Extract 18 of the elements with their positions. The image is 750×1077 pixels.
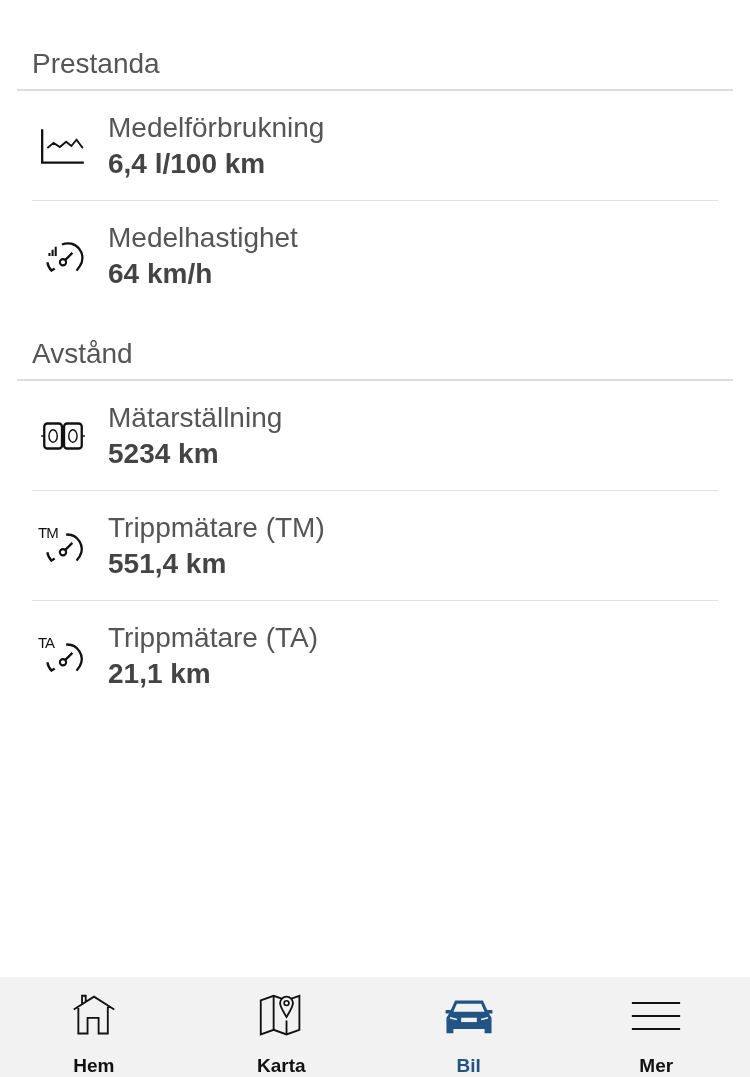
metric-label: Mätarställning <box>108 400 283 435</box>
metric-value: 21,1 km <box>108 656 212 691</box>
tab[interactable]: Mer <box>562 977 750 1077</box>
trip-label: TM <box>38 524 58 541</box>
tab[interactable]: Hem <box>0 977 188 1077</box>
tab[interactable]: Bil <box>375 977 563 1077</box>
metric-value: 551,4 km <box>108 546 228 581</box>
trip-label: TA <box>38 634 55 651</box>
section-header: Prestanda <box>17 46 733 91</box>
metric-label: Medelförbrukning <box>108 110 325 145</box>
metric-value: 5234 km <box>108 436 220 471</box>
metric-label: Trippmätare (TM) <box>108 510 325 545</box>
metric-label: Medelhastighet <box>108 220 298 255</box>
metric-value: 6,4 l/100 km <box>108 146 267 181</box>
tab[interactable]: Karta <box>187 977 375 1077</box>
metric-label: Trippmätare (TA) <box>108 620 319 655</box>
metric-value: 64 km/h <box>108 256 214 291</box>
section-header: Avstånd <box>17 336 733 381</box>
